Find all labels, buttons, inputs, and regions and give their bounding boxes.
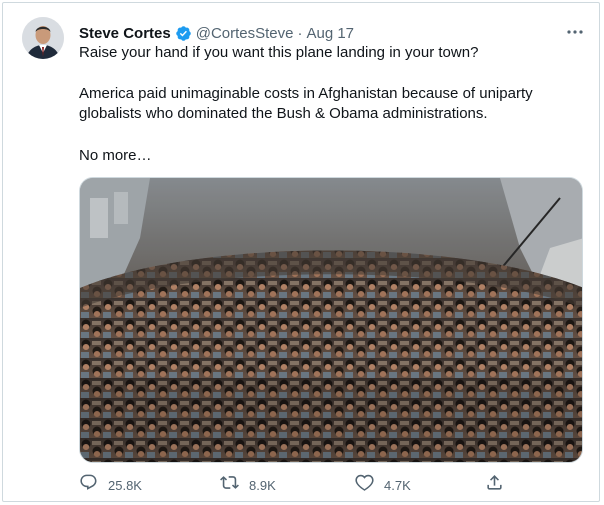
like-count: 4.7K — [384, 477, 411, 493]
tweet-text-line: No more… — [79, 147, 152, 164]
more-options-icon[interactable] — [565, 24, 585, 40]
author-handle[interactable]: @CortesSteve — [196, 25, 294, 42]
tweet-text-line: America paid unimaginable costs in Afgha… — [79, 85, 533, 102]
tweet-card[interactable]: Steve Cortes @CortesSteve · Aug 17 Raise… — [2, 2, 600, 502]
retweet-icon — [220, 473, 239, 497]
reply-count: 25.8K — [108, 477, 142, 493]
tweet-date[interactable]: Aug 17 — [306, 25, 354, 42]
tweet-text-line: Raise your hand if you want this plane l… — [79, 44, 479, 61]
retweet-count: 8.9K — [249, 477, 276, 493]
retweet-button[interactable]: 8.9K — [220, 473, 276, 497]
like-button[interactable]: 4.7K — [355, 473, 411, 497]
author-name[interactable]: Steve Cortes — [79, 25, 171, 42]
like-icon — [355, 473, 374, 497]
tweet-actions: 25.8K 8.9K 4.7K — [79, 473, 509, 497]
tweet-photo[interactable] — [79, 177, 583, 463]
tweet-text-line: globalists who dominated the Bush & Obam… — [79, 105, 488, 122]
avatar[interactable] — [22, 17, 64, 59]
reply-button[interactable]: 25.8K — [79, 473, 142, 497]
share-button[interactable] — [485, 473, 504, 497]
verified-badge-icon — [175, 25, 192, 42]
share-icon — [485, 473, 504, 497]
header-separator: · — [297, 24, 303, 42]
reply-icon — [79, 473, 98, 497]
tweet-header: Steve Cortes @CortesSteve · Aug 17 — [79, 23, 579, 43]
